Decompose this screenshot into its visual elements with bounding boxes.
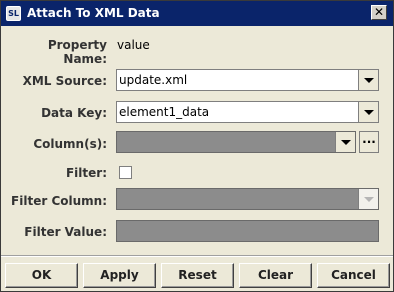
filter-column-combo[interactable] [116, 188, 379, 210]
xml-source-value: update.xml [119, 73, 188, 87]
xml-source-dropdown-button[interactable] [358, 70, 378, 90]
filter-checkbox[interactable] [119, 166, 132, 179]
filter-column-dropdown-button[interactable] [358, 189, 378, 209]
columns-combo[interactable] [116, 131, 356, 153]
button-separator [1, 255, 393, 257]
columns-browse-button[interactable]: ... [359, 131, 379, 153]
close-button[interactable]: ✕ [371, 5, 387, 20]
filter-column-label: Filter Column: [11, 194, 107, 208]
filter-value-label: Filter Value: [24, 225, 107, 239]
apply-button[interactable]: Apply [83, 263, 156, 288]
columns-dropdown-button[interactable] [335, 132, 355, 152]
property-name-value: value [117, 38, 150, 52]
xml-source-combo[interactable]: update.xml [116, 69, 379, 91]
xml-source-label: XML Source: [22, 74, 107, 88]
window-title: Attach To XML Data [27, 6, 160, 20]
reset-button[interactable]: Reset [161, 263, 234, 288]
clear-button[interactable]: Clear [239, 263, 312, 288]
title-bar[interactable]: SL Attach To XML Data ✕ [1, 1, 393, 26]
chevron-down-icon [364, 110, 374, 115]
filter-value-input[interactable] [116, 220, 379, 242]
app-logo-icon: SL [6, 6, 21, 21]
property-name-label: Property Name: [47, 38, 107, 66]
data-key-dropdown-button[interactable] [358, 102, 378, 122]
columns-label: Column(s): [33, 137, 107, 151]
chevron-down-icon [341, 140, 351, 145]
chevron-down-icon [364, 197, 374, 202]
chevron-down-icon [364, 78, 374, 83]
cancel-button[interactable]: Cancel [317, 263, 390, 288]
data-key-label: Data Key: [41, 106, 107, 120]
filter-label: Filter: [65, 166, 107, 180]
attach-xml-dialog: SL Attach To XML Data ✕ Property Name: v… [0, 0, 394, 292]
data-key-combo[interactable]: element1_data [116, 101, 379, 123]
data-key-value: element1_data [119, 105, 210, 119]
ok-button[interactable]: OK [5, 263, 78, 288]
